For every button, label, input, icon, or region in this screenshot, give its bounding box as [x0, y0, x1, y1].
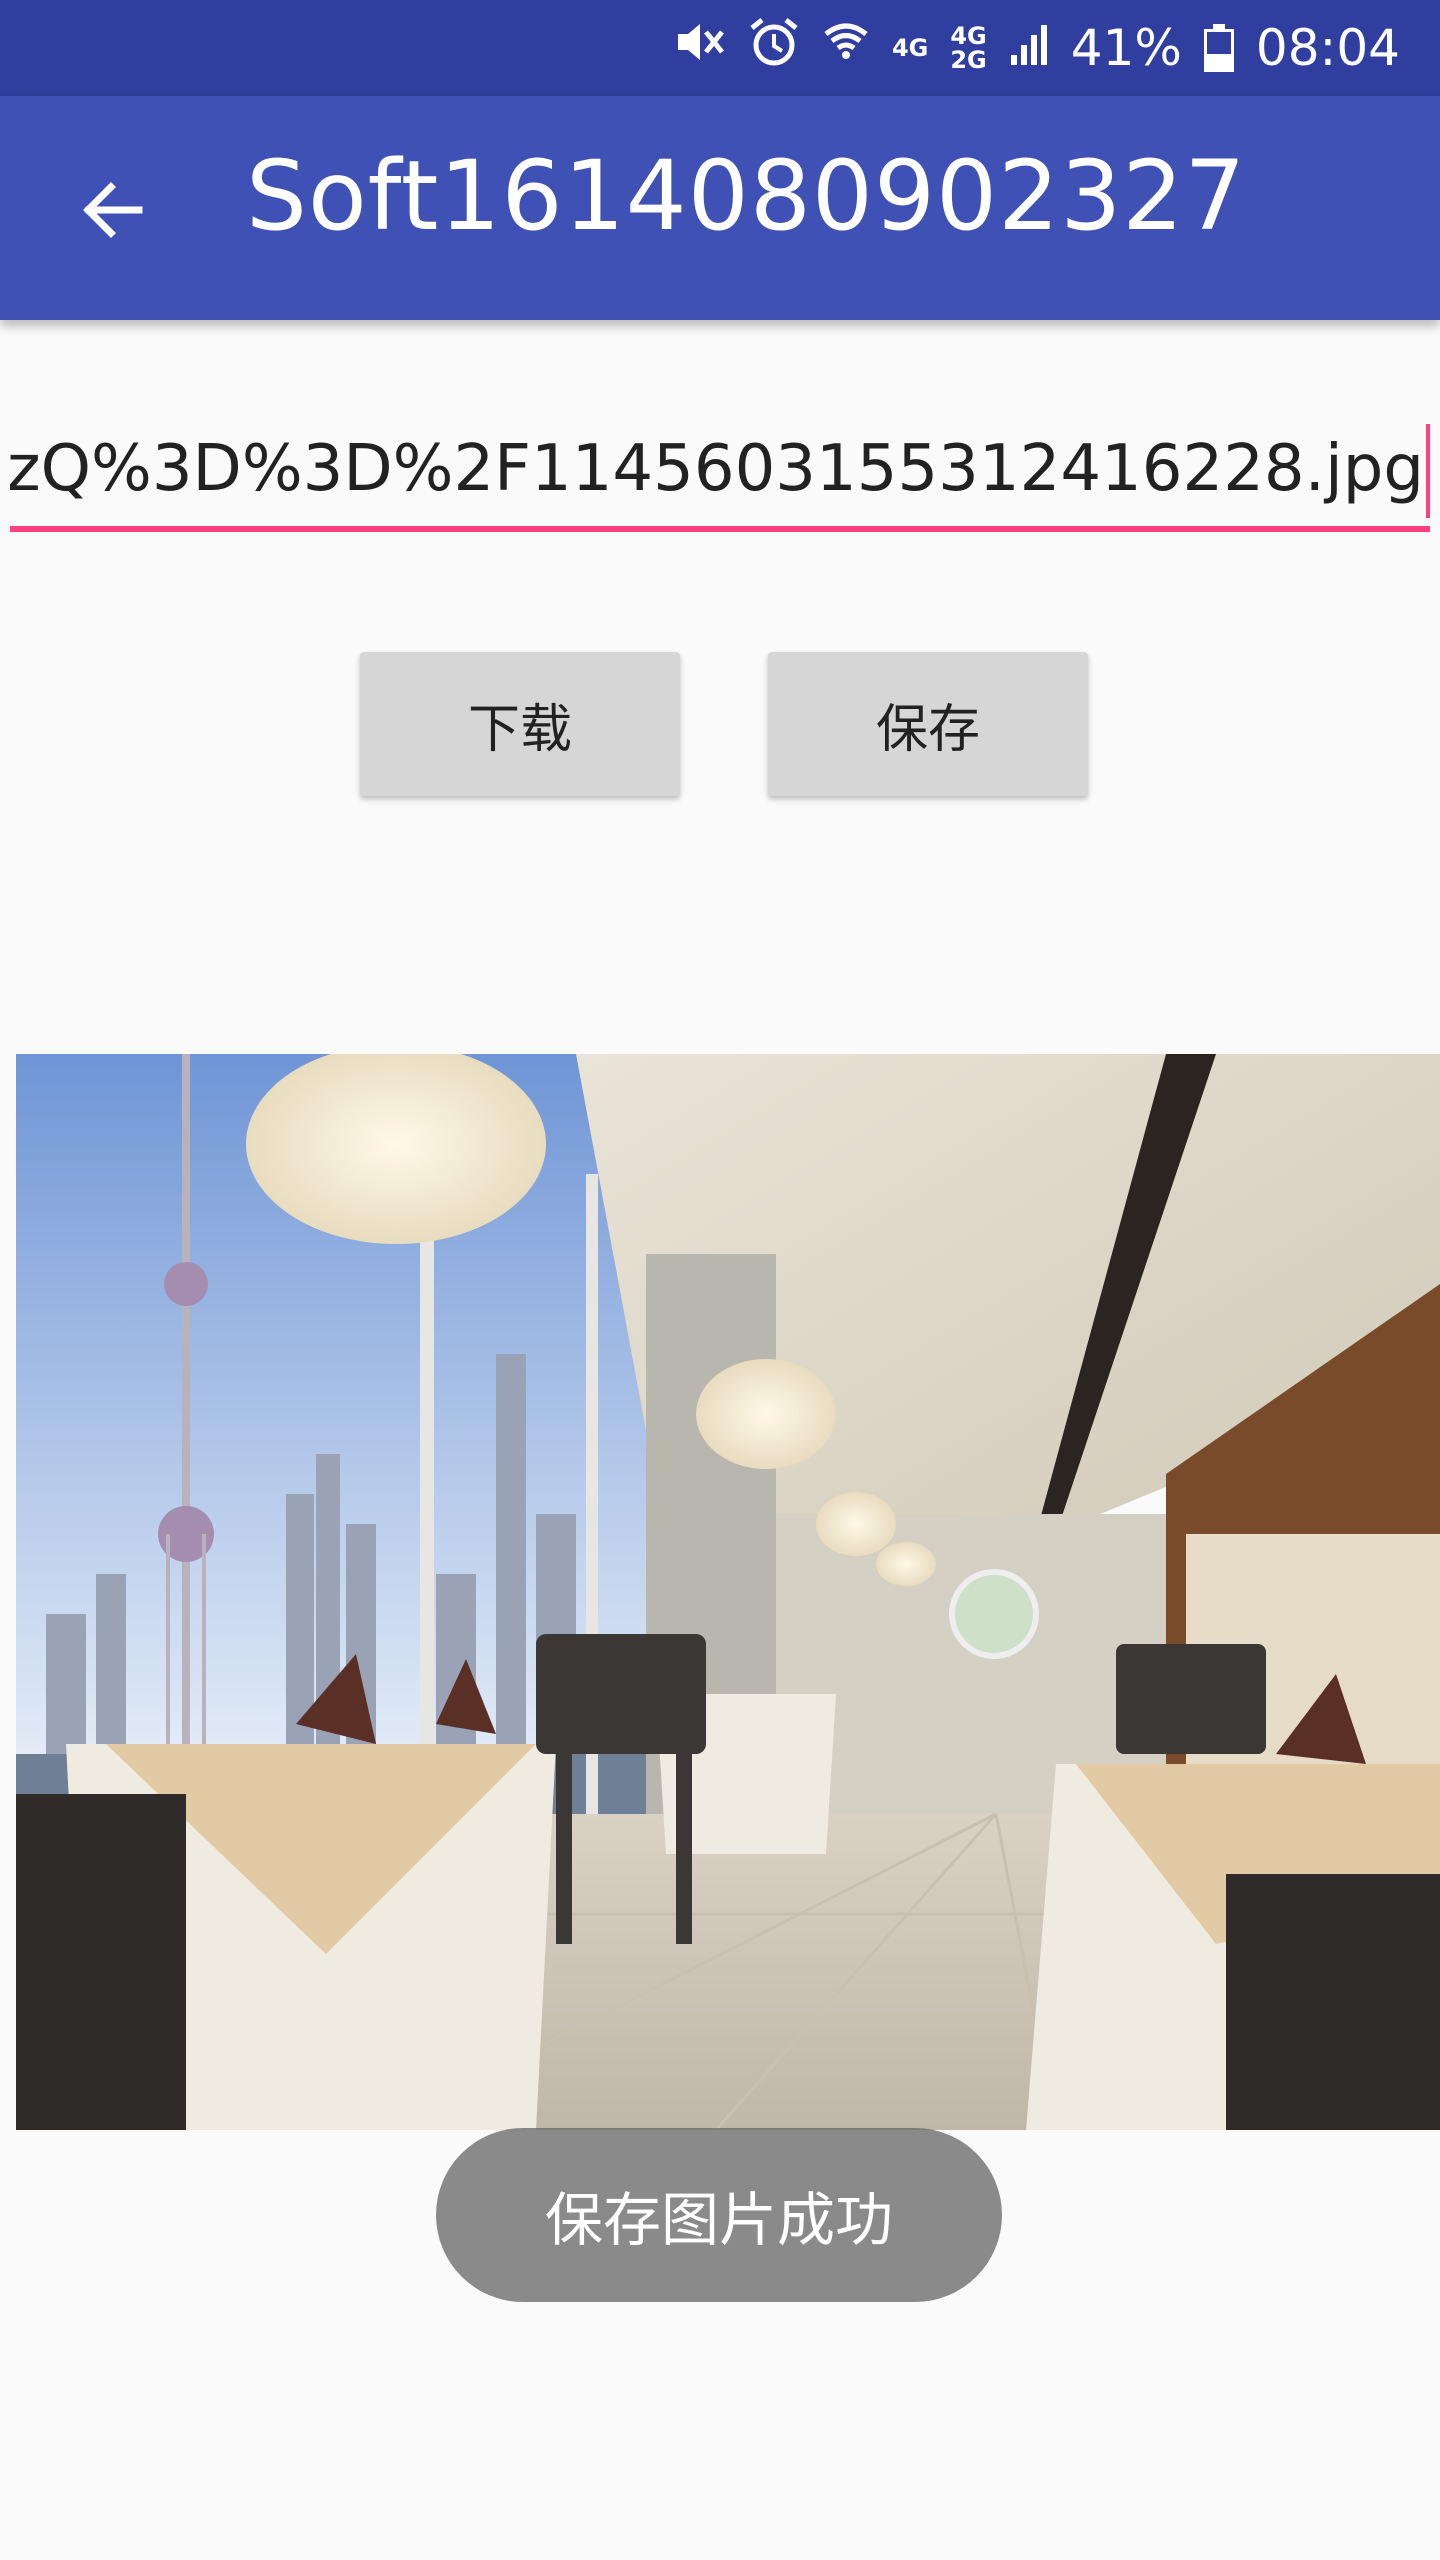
page-title: Soft1614080902327	[246, 140, 1247, 252]
back-arrow-icon[interactable]	[70, 168, 154, 252]
dual-network-label: 4G 2G	[950, 22, 987, 74]
text-cursor	[1426, 424, 1430, 518]
battery-icon	[1203, 24, 1234, 72]
download-button[interactable]: 下载	[360, 652, 680, 796]
downloaded-image	[16, 1054, 1440, 2130]
toast-message: 保存图片成功	[436, 2128, 1002, 2302]
url-input-value: YzQ%3D%3D%2F1145603155312416228.jpg	[10, 432, 1424, 506]
wifi-icon	[822, 18, 870, 78]
mute-icon	[674, 18, 726, 78]
signal-icon	[1009, 19, 1049, 77]
app-bar: Soft1614080902327	[0, 96, 1440, 320]
network-type-label: 4G	[891, 34, 929, 62]
status-bar: 4G 4G 2G 41% 08:04	[0, 0, 1440, 96]
save-button[interactable]: 保存	[768, 652, 1088, 796]
battery-percent: 41%	[1070, 19, 1182, 77]
url-input[interactable]: YzQ%3D%3D%2F1145603155312416228.jpg	[10, 420, 1430, 532]
alarm-icon	[748, 16, 800, 80]
clock: 08:04	[1255, 19, 1400, 77]
